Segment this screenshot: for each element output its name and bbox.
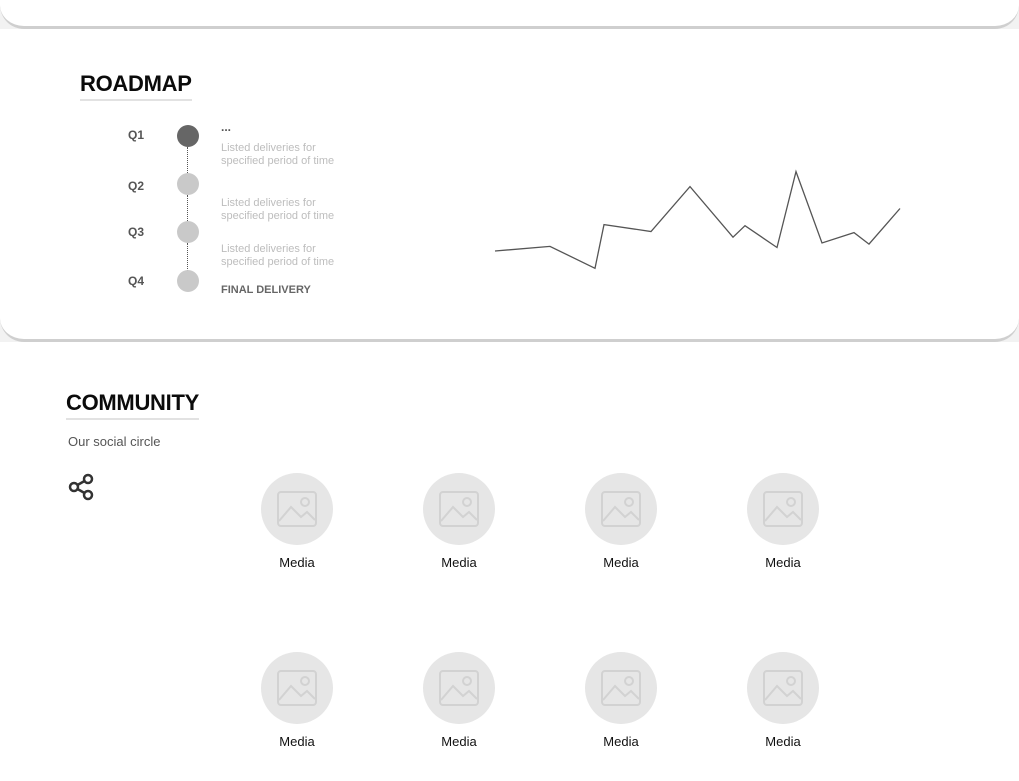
previous-section-card xyxy=(0,0,1019,29)
final-delivery-label: FINAL DELIVERY xyxy=(221,284,311,296)
image-placeholder-icon xyxy=(601,491,641,527)
media-item[interactable]: Media xyxy=(247,473,347,570)
timeline-dot-q3 xyxy=(177,221,199,243)
media-label: Media xyxy=(603,555,639,570)
timeline-ellipsis: ... xyxy=(221,120,232,134)
media-item[interactable]: Media xyxy=(409,652,509,749)
chart-series-line xyxy=(494,169,901,270)
media-item[interactable]: Media xyxy=(571,652,671,749)
media-label: Media xyxy=(441,555,477,570)
quarter-label-q4: Q4 xyxy=(128,274,145,288)
image-placeholder-icon xyxy=(277,491,317,527)
timeline-dot-q1 xyxy=(177,125,199,147)
media-item[interactable]: Media xyxy=(733,473,833,570)
timeline-dot-q4 xyxy=(177,270,199,292)
media-item[interactable]: Media xyxy=(247,652,347,749)
quarter-label-q2: Q2 xyxy=(128,179,145,193)
media-label: Media xyxy=(279,555,315,570)
community-title: COMMUNITY xyxy=(66,390,199,420)
delivery-description: Listed deliveries for specified period o… xyxy=(221,243,335,268)
community-subtitle: Our social circle xyxy=(68,434,161,449)
media-thumbnail xyxy=(585,652,657,724)
image-placeholder-icon xyxy=(277,670,317,706)
media-thumbnail xyxy=(423,652,495,724)
media-thumbnail xyxy=(423,473,495,545)
roadmap-line-chart xyxy=(494,169,901,270)
media-item[interactable]: Media xyxy=(571,473,671,570)
image-placeholder-icon xyxy=(439,670,479,706)
timeline-dot-q2 xyxy=(177,173,199,195)
media-label: Media xyxy=(765,555,801,570)
media-label: Media xyxy=(603,734,639,749)
media-thumbnail xyxy=(747,652,819,724)
media-item[interactable]: Media xyxy=(409,473,509,570)
media-thumbnail xyxy=(747,473,819,545)
image-placeholder-icon xyxy=(439,491,479,527)
delivery-description: Listed deliveries for specified period o… xyxy=(221,197,335,222)
media-thumbnail xyxy=(261,652,333,724)
media-item[interactable]: Media xyxy=(733,652,833,749)
quarter-label-q3: Q3 xyxy=(128,225,145,239)
share-icon[interactable] xyxy=(68,473,98,503)
quarter-label-q1: Q1 xyxy=(128,128,145,142)
media-thumbnail xyxy=(585,473,657,545)
roadmap-section: ROADMAP Q1 Q2 Q3 Q4 ... Listed deliverie… xyxy=(0,29,1019,342)
media-label: Media xyxy=(279,734,315,749)
image-placeholder-icon xyxy=(601,670,641,706)
delivery-description: Listed deliveries for specified period o… xyxy=(221,142,335,167)
community-section: COMMUNITY Our social circle Media Media Me… xyxy=(0,342,1019,781)
media-label: Media xyxy=(441,734,477,749)
media-label: Media xyxy=(765,734,801,749)
media-thumbnail xyxy=(261,473,333,545)
roadmap-title: ROADMAP xyxy=(80,71,192,101)
image-placeholder-icon xyxy=(763,670,803,706)
image-placeholder-icon xyxy=(763,491,803,527)
